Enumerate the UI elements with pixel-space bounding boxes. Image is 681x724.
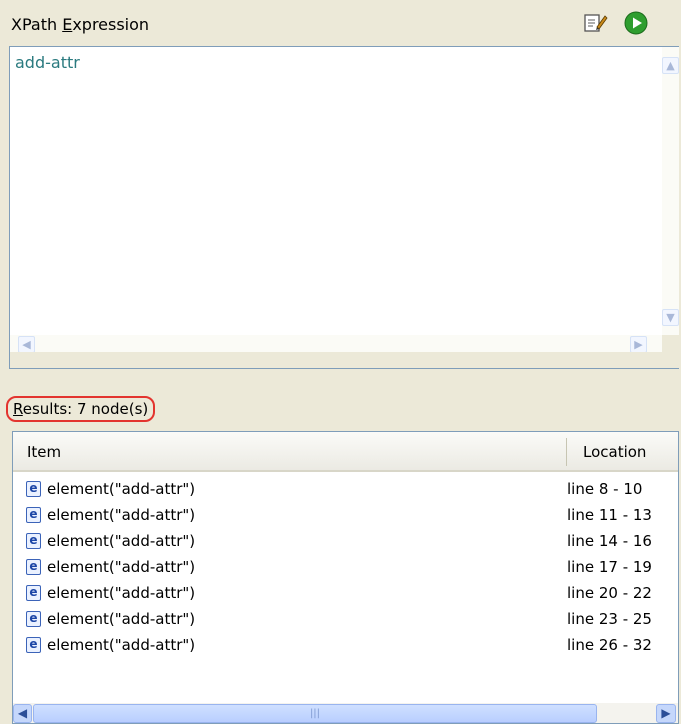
scrollbar-thumb[interactable]: ||| (33, 704, 597, 723)
scroll-right-icon[interactable]: ▶ (630, 336, 647, 353)
scroll-left-icon[interactable]: ◀ (18, 336, 35, 353)
row-item: element("add-attr") (47, 506, 196, 524)
xpath-expression-editor[interactable]: add-attr ▲ ▼ ◀ ▶ (9, 46, 679, 369)
xpath-expression-label: XPath Expression (11, 15, 149, 34)
table-horizontal-scrollbar[interactable]: ◀ ||| ▶ (13, 703, 678, 723)
editor-bottom-gutter (10, 352, 679, 368)
results-mnemonic: R (13, 400, 23, 418)
scroll-up-icon[interactable]: ▲ (662, 57, 679, 74)
run-xpath-button[interactable] (624, 11, 648, 35)
table-row[interactable]: e element("add-attr") line 20 - 22 (13, 582, 678, 608)
horizontal-scrollbar[interactable] (10, 335, 662, 352)
element-node-icon: e (26, 481, 41, 497)
expression-text[interactable]: add-attr (15, 53, 80, 72)
row-item: element("add-attr") (47, 558, 196, 576)
row-location: line 11 - 13 (567, 506, 652, 524)
vertical-scrollbar[interactable] (662, 47, 679, 354)
row-location: line 20 - 22 (567, 584, 652, 602)
row-location: line 23 - 25 (567, 610, 652, 628)
table-row[interactable]: e element("add-attr") line 26 - 32 (13, 634, 678, 660)
element-node-icon: e (26, 507, 41, 523)
title-prefix: XPath (11, 15, 63, 34)
run-icon (624, 11, 648, 35)
scroll-corner (662, 335, 679, 368)
edit-expression-button[interactable] (582, 10, 608, 36)
row-location: line 26 - 32 (567, 636, 652, 654)
table-row[interactable]: e element("add-attr") line 17 - 19 (13, 556, 678, 582)
results-count-text: esults: 7 node(s) (22, 400, 149, 418)
scroll-right-icon[interactable]: ▶ (656, 704, 676, 723)
row-item: element("add-attr") (47, 584, 196, 602)
table-header: Item Location (13, 432, 678, 472)
edit-expression-icon (584, 14, 608, 32)
row-item: element("add-attr") (47, 480, 196, 498)
title-suffix: xpression (72, 15, 150, 34)
column-header-item[interactable]: Item (27, 443, 61, 461)
results-count-label: Results: 7 node(s) (6, 396, 156, 422)
scroll-left-icon[interactable]: ◀ (13, 704, 32, 723)
table-row[interactable]: e element("add-attr") line 8 - 10 (13, 478, 678, 504)
row-item: element("add-attr") (47, 610, 196, 628)
column-resize-handle[interactable] (566, 438, 567, 466)
row-location: line 14 - 16 (567, 532, 652, 550)
row-location: line 8 - 10 (567, 480, 643, 498)
row-location: line 17 - 19 (567, 558, 652, 576)
scroll-down-icon[interactable]: ▼ (662, 309, 679, 326)
column-header-location[interactable]: Location (583, 443, 646, 461)
results-table[interactable]: Item Location e element("add-attr") line… (12, 431, 679, 724)
table-row[interactable]: e element("add-attr") line 23 - 25 (13, 608, 678, 634)
row-item: element("add-attr") (47, 636, 196, 654)
element-node-icon: e (26, 637, 41, 653)
table-row[interactable]: e element("add-attr") line 14 - 16 (13, 530, 678, 556)
element-node-icon: e (26, 611, 41, 627)
element-node-icon: e (26, 585, 41, 601)
row-item: element("add-attr") (47, 532, 196, 550)
table-row[interactable]: e element("add-attr") line 11 - 13 (13, 504, 678, 530)
element-node-icon: e (26, 533, 41, 549)
title-mnemonic: E (62, 15, 73, 34)
element-node-icon: e (26, 559, 41, 575)
